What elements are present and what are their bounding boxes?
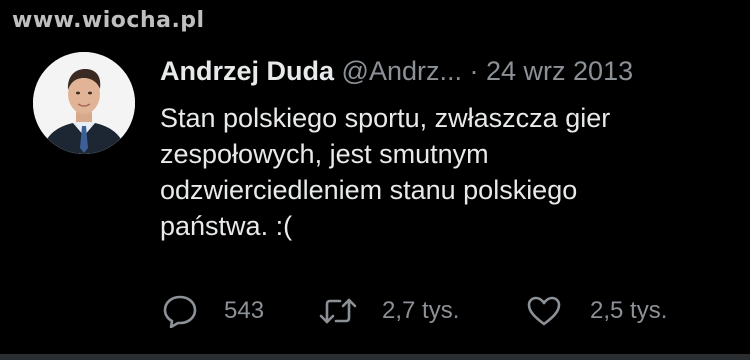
tweet-date[interactable]: 24 wrz 2013 [486,56,633,86]
watermark: www.wiocha.pl [12,8,205,33]
reply-icon [162,294,198,328]
tweet-text-line: państwa. :( [160,211,293,241]
retweet-count: 2,7 tys. [382,297,460,324]
heart-icon [526,295,562,327]
like-count: 2,5 tys. [590,297,668,324]
reply-count: 543 [224,297,265,324]
tweet-text-line: Stan polskiego sportu, zwłaszcza gier [160,103,611,133]
tweet-text-line: zespołowych, jest smutnym [160,139,489,169]
reply-button[interactable]: 543 [162,291,264,331]
avatar-image [33,52,135,154]
tweet-text-line: odzwierciedleniem stanu polskiego [160,175,578,205]
tweet: Andrzej Duda @Andrz... · 24 wrz 2013 Sta… [160,54,740,244]
author-handle[interactable]: @Andrz... [342,56,462,86]
retweet-button[interactable]: 2,7 tys. [318,291,459,331]
tweet-text: Stan polskiego sportu, zwłaszcza gier ze… [160,100,740,244]
retweet-icon [318,295,358,327]
divider [0,354,750,360]
tweet-header: Andrzej Duda @Andrz... · 24 wrz 2013 [160,54,740,88]
tweet-actions: 543 2,7 tys. 2,5 tys. [160,291,720,331]
author-name[interactable]: Andrzej Duda [160,56,334,86]
separator-dot: · [469,56,479,86]
like-button[interactable]: 2,5 tys. [526,291,667,331]
avatar[interactable] [33,52,135,154]
